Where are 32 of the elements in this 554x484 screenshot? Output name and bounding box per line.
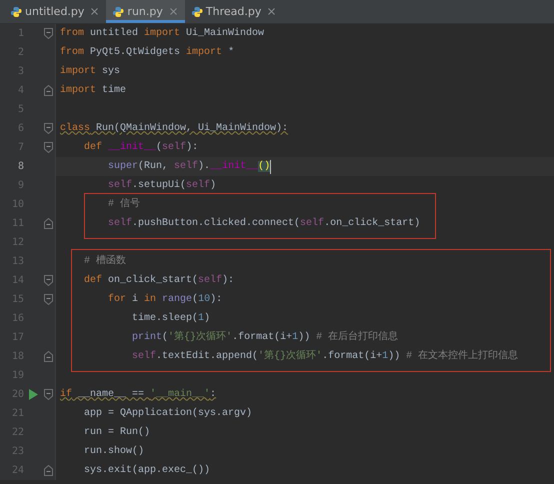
code-line: from untitled import Ui_MainWindow <box>60 26 264 40</box>
code-line: sys.exit(app.exec_()) <box>83 464 210 478</box>
code-line: self.pushButton.clicked.connect(self.on_click_start) <box>107 216 420 230</box>
code-line: import time <box>60 84 126 98</box>
code-line: from PyQt5.QtWidgets import * <box>60 46 234 60</box>
code-line: app = QApplication(sys.argv) <box>83 406 252 420</box>
file-tab[interactable]: run.py <box>106 0 185 23</box>
code-line: time.sleep(1) <box>131 312 210 326</box>
code-line: class Run(QMainWindow, Ui_MainWindow): <box>60 122 288 136</box>
code-line: import sys <box>60 64 120 78</box>
line-number: 8 <box>16 161 24 172</box>
code-line: self.textEdit.append('第{}次循环'.format(i+1)) # 在文本控件上打印信息 <box>131 350 518 364</box>
close-icon <box>91 8 98 15</box>
code-line: self.setupUi(self) <box>107 178 216 192</box>
code-line: run = Run() <box>83 426 150 440</box>
code-line: if __name__ == '__main__': <box>60 388 216 402</box>
file-tab[interactable]: untitled.py <box>4 0 106 23</box>
code-line: # 信号 <box>107 198 140 212</box>
close-icon <box>268 8 276 15</box>
code-line: print('第{}次循环'.format(i+1)) # 在后台打印信息 <box>131 330 398 344</box>
text-cursor <box>270 160 272 174</box>
python-file-icon <box>190 6 203 18</box>
code-line: for i in range(10): <box>107 292 222 306</box>
python-file-icon <box>10 6 22 18</box>
code-line: def __init__(self): <box>83 140 198 154</box>
code-line: def on_click_start(self): <box>83 274 234 288</box>
file-tab[interactable]: Thread.py <box>184 0 284 23</box>
code-line: run.show() <box>83 444 144 458</box>
close-icon <box>170 8 177 15</box>
code-line: # 槽函数 <box>83 254 126 268</box>
python-file-icon <box>112 6 124 18</box>
code-line: super(Run, self).__init__() <box>107 160 270 174</box>
